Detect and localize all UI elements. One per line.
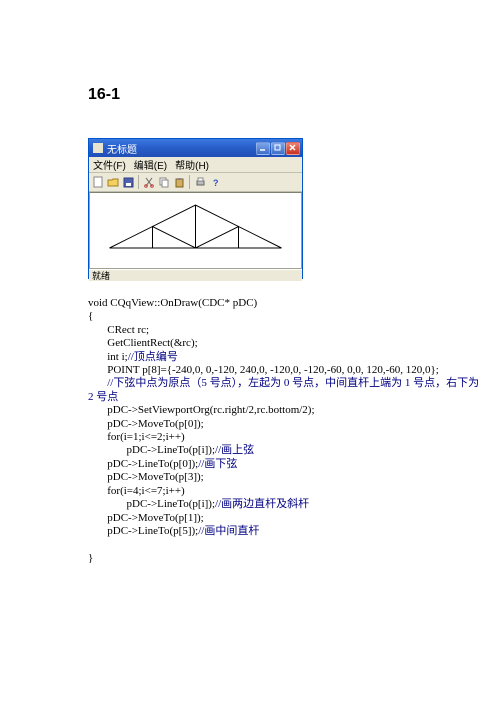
- code-comment: 号点，中间直杆上端为: [289, 377, 405, 389]
- code-line: GetClientRect(&rc);: [88, 337, 198, 349]
- menu-bar: 文件(F) 编辑(E) 帮助(H): [89, 157, 302, 173]
- svg-text:?: ?: [213, 178, 219, 188]
- code-comment: 号点），左起为: [207, 377, 284, 389]
- titlebar: 无标题: [89, 139, 302, 157]
- paste-icon[interactable]: [172, 175, 186, 189]
- new-file-icon[interactable]: [91, 175, 105, 189]
- copy-icon[interactable]: [157, 175, 171, 189]
- print-icon[interactable]: [193, 175, 207, 189]
- close-button[interactable]: [286, 142, 300, 155]
- code-line: pDC->LineTo(p[0]);: [88, 458, 198, 470]
- code-line: void CQqView::OnDraw(CDC* pDC): [88, 297, 257, 309]
- cut-icon[interactable]: [142, 175, 156, 189]
- code-line: [88, 377, 107, 389]
- code-block: void CQqView::OnDraw(CDC* pDC) { CRect r…: [88, 297, 416, 565]
- code-line: pDC->LineTo(p[i]);: [88, 444, 215, 456]
- code-line: pDC->LineTo(p[5]);: [88, 525, 198, 537]
- tool-bar: ?: [89, 173, 302, 192]
- code-line: pDC->MoveTo(p[3]);: [88, 471, 204, 483]
- code-comment: //顶点编号: [128, 351, 178, 363]
- code-line: for(i=1;i<=2;i++): [88, 431, 185, 443]
- code-comment: //画上弦: [215, 444, 254, 456]
- code-line: pDC->SetViewportOrg(rc.right/2,rc.bottom…: [88, 404, 315, 416]
- code-line: POINT p[8]={-240,0, 0,-120, 240,0, -120,…: [88, 364, 439, 376]
- page-heading: 16-1: [88, 86, 416, 104]
- toolbar-separator: [189, 175, 190, 189]
- code-comment: //下弦中点为原点（: [107, 377, 201, 389]
- app-window: 无标题 文件(F) 编辑(E) 帮助(H): [88, 138, 303, 279]
- code-comment: 号点: [94, 391, 119, 403]
- code-line: {: [88, 310, 93, 322]
- code-comment: //画中间直杆: [198, 525, 259, 537]
- open-file-icon[interactable]: [106, 175, 120, 189]
- maximize-button[interactable]: [271, 142, 285, 155]
- status-bar: 就绪: [89, 269, 302, 281]
- code-line: int i;: [88, 351, 128, 363]
- status-text: 就绪: [92, 269, 110, 282]
- save-icon[interactable]: [121, 175, 135, 189]
- code-comment: 号点，右下为: [410, 377, 479, 389]
- code-line: pDC->MoveTo(p[0]);: [88, 418, 204, 430]
- window-buttons: [256, 142, 300, 155]
- menu-edit[interactable]: 编辑(E): [134, 157, 167, 172]
- code-line: pDC->MoveTo(p[1]);: [88, 512, 204, 524]
- code-comment: //画下弦: [198, 458, 237, 470]
- code-line: CRect rc;: [88, 324, 149, 336]
- code-line: }: [88, 552, 93, 564]
- app-icon: [93, 143, 103, 153]
- menu-file[interactable]: 文件(F): [93, 157, 126, 172]
- window-title: 无标题: [107, 141, 256, 156]
- code-line: pDC->LineTo(p[i]);: [88, 498, 215, 510]
- menu-help[interactable]: 帮助(H): [175, 157, 209, 172]
- code-line: for(i=4;i<=7;i++): [88, 485, 185, 497]
- help-icon[interactable]: ?: [208, 175, 222, 189]
- drawing-canvas: [89, 192, 302, 269]
- code-comment: //画两边直杆及斜杆: [215, 498, 309, 510]
- minimize-button[interactable]: [256, 142, 270, 155]
- toolbar-separator: [138, 175, 139, 189]
